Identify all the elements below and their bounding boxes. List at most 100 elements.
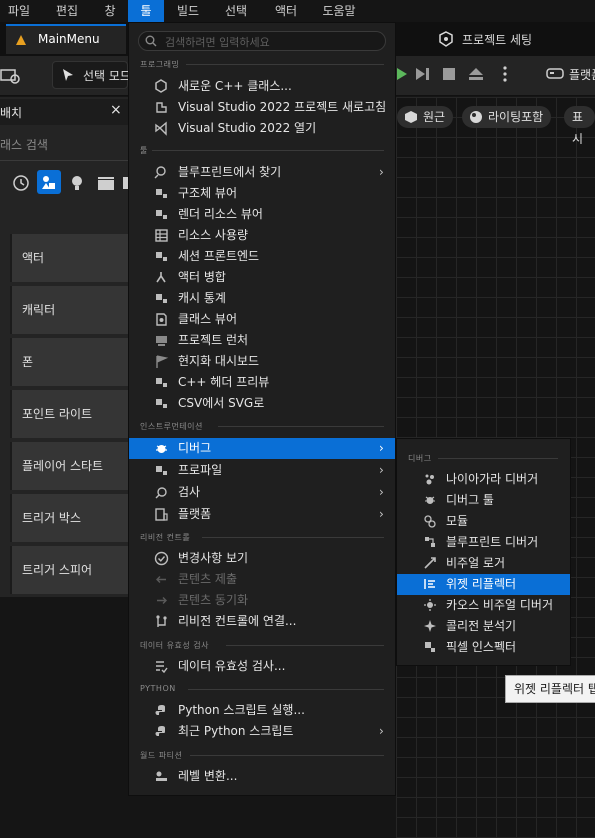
category-player-start[interactable]: 플레이어 스타트 — [10, 442, 128, 490]
perspective-label: 원근 — [423, 110, 446, 124]
submenu-item-visual-logger[interactable]: 비주얼 로거 — [397, 553, 570, 574]
menu-edit[interactable]: 편집 — [52, 0, 82, 22]
menu-item-submit-content[interactable]: 콘텐츠 제출 — [129, 569, 395, 590]
stop-icon[interactable] — [442, 67, 456, 81]
section-tools: 툴 — [140, 146, 148, 155]
menu-item-label: 새로운 C++ 클래스... — [178, 79, 292, 93]
menu-item-refresh-vs-project[interactable]: Visual Studio 2022 프로젝트 새로고침 — [129, 97, 395, 118]
class-viewer-icon — [154, 312, 169, 327]
menu-item-recent-python-scripts[interactable]: 최근 Python 스크립트 › — [129, 721, 395, 742]
submenu-item-chaos-visual-debugger[interactable]: 카오스 비주얼 디버거 — [397, 595, 570, 616]
menu-item-open-vs[interactable]: Visual Studio 2022 열기 — [129, 118, 395, 139]
menu-item-label: Python 스크립트 실행... — [178, 703, 305, 717]
category-point-light[interactable]: 포인트 라이트 — [10, 390, 128, 438]
submenu-item-collision-analyzer[interactable]: 콜리전 분석기 — [397, 616, 570, 637]
menu-item-sync-content[interactable]: 콘텐츠 동기화 — [129, 590, 395, 611]
menu-item-cpp-header-preview[interactable]: C++ 헤더 프리뷰 — [129, 372, 395, 393]
project-settings-button[interactable]: 프로젝트 세팅 — [462, 31, 532, 48]
menu-select[interactable]: 선택 — [220, 0, 252, 22]
class-search-input[interactable]: 래스 검색 — [0, 136, 48, 153]
menu-item-find-in-blueprints[interactable]: 블루프린트에서 찾기 › — [129, 162, 395, 183]
menu-item-csv-to-svg[interactable]: CSV에서 SVG로 — [129, 393, 395, 414]
menu-item-label: 프로젝트 런처 — [178, 333, 249, 347]
play-icon[interactable] — [396, 67, 408, 81]
menu-window[interactable]: 창 — [100, 0, 120, 22]
submenu-item-blueprint-debugger[interactable]: 블루프린트 디버거 — [397, 532, 570, 553]
close-panel-button[interactable]: × — [110, 102, 122, 118]
menu-item-label: 콘텐츠 제출 — [178, 572, 238, 586]
pixel-inspector-icon — [423, 640, 437, 654]
submenu-item-pixel-inspector[interactable]: 픽셀 인스펙터 — [397, 637, 570, 658]
section-divider — [438, 458, 558, 459]
menu-help[interactable]: 도움말 — [318, 0, 360, 22]
unreal-logo-icon — [14, 33, 28, 47]
menu-item-view-changes[interactable]: 변경사항 보기 — [129, 548, 395, 569]
menu-item-platforms[interactable]: 플랫폼 › — [129, 504, 395, 525]
submenu-item-debug-tools[interactable]: 디버그 툴 — [397, 490, 570, 511]
struct-viewer-icon — [154, 186, 169, 201]
search-icon — [145, 35, 157, 47]
more-options-icon[interactable] — [500, 64, 510, 84]
perspective-button[interactable]: 원근 — [397, 106, 454, 128]
eject-icon[interactable] — [468, 67, 484, 81]
category-character[interactable]: 캐릭터 — [10, 286, 128, 334]
niagara-icon — [423, 472, 437, 486]
menu-item-run-python-script[interactable]: Python 스크립트 실행... — [129, 700, 395, 721]
menu-item-class-viewer[interactable]: 클래스 뷰어 — [129, 309, 395, 330]
menu-file[interactable]: 파일 — [4, 0, 34, 22]
recent-icon[interactable] — [10, 172, 32, 194]
submenu-item-modules[interactable]: 모듈 — [397, 511, 570, 532]
tab-main-menu[interactable]: MainMenu — [6, 24, 126, 54]
menu-item-session-frontend[interactable]: 세션 프론트엔드 — [129, 246, 395, 267]
menu-item-merge-actors[interactable]: 액터 병합 — [129, 267, 395, 288]
submenu-item-label: 픽셀 인스펙터 — [446, 640, 517, 654]
menu-item-label: 레벨 변환... — [178, 769, 238, 783]
menu-build[interactable]: 빌드 — [172, 0, 204, 22]
basic-actors-icon[interactable] — [37, 170, 61, 194]
table-icon — [154, 228, 169, 243]
menu-item-profile[interactable]: 프로파일 › — [129, 460, 395, 481]
menu-item-connect-revision-control[interactable]: 리비전 컨트롤에 연결... — [129, 611, 395, 632]
menu-search-box[interactable]: 검색하려면 입력하세요 — [138, 31, 386, 51]
menu-item-debug[interactable]: 디버그 › — [129, 438, 395, 459]
menu-item-audit[interactable]: 검사 › — [129, 482, 395, 503]
menu-tools[interactable]: 툴 — [128, 0, 164, 22]
submenu-item-label: 나이아가라 디버거 — [446, 472, 539, 486]
platform-button[interactable]: 플랫폼 — [569, 66, 595, 83]
menu-item-validate-data[interactable]: 데이터 유효성 검사... — [129, 656, 395, 677]
section-data-validation: 데이터 유효성 검사 — [140, 641, 209, 650]
show-button[interactable]: 표시 — [564, 106, 595, 146]
menu-item-struct-viewer[interactable]: 구조체 뷰어 — [129, 183, 395, 204]
menu-actor[interactable]: 액터 — [270, 0, 302, 22]
section-revision-control: 리비전 컨트롤 — [140, 533, 191, 542]
menu-item-cache-statistics[interactable]: 캐시 통계 — [129, 288, 395, 309]
widget-reflector-tooltip: 위젯 리플렉터 탭 — [505, 675, 595, 703]
submenu-item-widget-reflector[interactable]: 위젯 리플렉터 — [397, 574, 570, 595]
section-divider — [190, 755, 384, 756]
section-divider — [188, 689, 384, 690]
lighting-button[interactable]: 라이팅포함 — [462, 106, 552, 128]
menu-item-render-resource-viewer[interactable]: 렌더 리소스 뷰어 — [129, 204, 395, 225]
render-resource-icon — [154, 207, 169, 222]
chaos-debugger-icon — [423, 598, 437, 612]
menu-item-localization-dashboard[interactable]: 현지화 대시보드 — [129, 351, 395, 372]
category-trigger-sphere[interactable]: 트리거 스피어 — [10, 546, 128, 594]
select-mode-button[interactable]: 선택 모드 — [52, 61, 131, 89]
menu-bar: 파일 편집 창 툴 빌드 선택 액터 도움말 — [0, 0, 595, 22]
menu-item-label: 클래스 뷰어 — [178, 312, 238, 326]
menu-item-convert-level[interactable]: 레벨 변환... — [129, 766, 395, 787]
submenu-item-niagara-debugger[interactable]: 나이아가라 디버거 — [397, 469, 570, 490]
step-icon[interactable] — [414, 67, 430, 81]
menu-item-new-cpp-class[interactable]: 새로운 C++ 클래스... — [129, 76, 395, 97]
csv-svg-icon — [154, 396, 169, 411]
category-pawn[interactable]: 폰 — [10, 338, 128, 386]
submenu-item-label: 위젯 리플렉터 — [446, 577, 517, 591]
category-trigger-box[interactable]: 트리거 박스 — [10, 494, 128, 542]
menu-item-resource-usage[interactable]: 리소스 사용량 — [129, 225, 395, 246]
open-folder-icon[interactable] — [0, 64, 22, 86]
lights-icon[interactable] — [66, 172, 88, 194]
menu-item-project-launcher[interactable]: 프로젝트 런처 — [129, 330, 395, 351]
category-actor[interactable]: 액터 — [10, 234, 128, 282]
menu-item-label: 캐시 통계 — [178, 291, 226, 305]
cinematic-icon[interactable] — [95, 172, 117, 194]
